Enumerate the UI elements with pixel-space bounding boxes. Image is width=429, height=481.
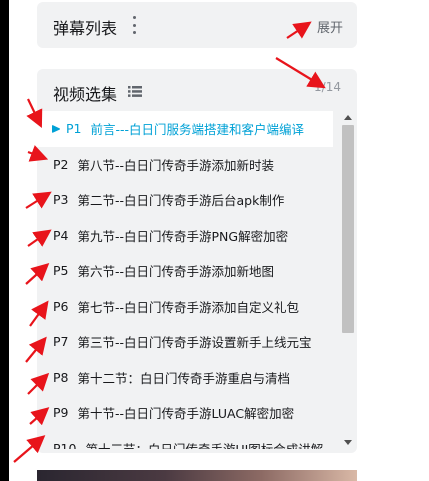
episode-number: P9	[53, 405, 69, 421]
danmaku-panel: 弹幕列表 展开	[37, 2, 357, 48]
scrollbar[interactable]	[342, 111, 355, 449]
episode-title: 第八节--白日门传奇手游添加新时装	[77, 157, 275, 173]
scroll-up-icon[interactable]	[344, 115, 352, 120]
episode-title: 第三节--白日门传奇手游设置新手上线元宝	[77, 335, 312, 351]
danmaku-title: 弹幕列表	[53, 19, 118, 38]
episode-number: P3	[53, 192, 69, 208]
kebab-menu-icon[interactable]	[131, 16, 137, 34]
episode-title: 第七节--白日门传奇手游添加自定义礼包	[77, 299, 300, 315]
page-count: 1/14	[314, 80, 341, 94]
episode-item[interactable]: P6 第七节--白日门传奇手游添加自定义礼包	[37, 289, 342, 325]
episode-number: P5	[53, 263, 69, 279]
episode-title: 第十节--白日门传奇手游LUAC解密加密	[77, 406, 295, 422]
video-list-title: 视频选集	[53, 85, 118, 104]
play-icon	[52, 124, 61, 133]
episode-number: P1	[66, 121, 82, 137]
episode-number: P8	[53, 369, 69, 385]
episode-title: 第九节--白日门传奇手游PNG解密加密	[77, 228, 289, 244]
list-icon[interactable]	[128, 86, 142, 97]
episode-item[interactable]: P5 第六节--白日门传奇手游添加新地图	[37, 253, 342, 289]
episode-item[interactable]: P10 第十三节：白日门传奇手游UI图标合成讲解	[37, 431, 342, 449]
video-thumbnail-strip[interactable]	[37, 470, 357, 481]
episode-item[interactable]: P2 第八节--白日门传奇手游添加新时装	[37, 147, 342, 183]
expand-button[interactable]: 展开	[317, 17, 343, 36]
scroll-thumb[interactable]	[342, 125, 354, 333]
episode-title: 第十三节：白日门传奇手游UI图标合成讲解	[85, 439, 323, 449]
scroll-down-icon[interactable]	[344, 440, 352, 445]
episode-list: P1 前言---白日门服务端搭建和客户端编译 P2 第八节--白日门传奇手游添加…	[37, 111, 342, 449]
episode-number: P7	[53, 334, 69, 350]
video-list-panel: 视频选集 1/14 P1 前言---白日门服务端搭建和客户端编译 P2 第八节-…	[37, 69, 357, 453]
episode-title: 第二节--白日门传奇手游后台apk制作	[77, 193, 285, 209]
episode-item-active[interactable]: P1 前言---白日门服务端搭建和客户端编译	[37, 111, 333, 147]
episode-number: P2	[53, 156, 69, 172]
episode-item[interactable]: P9 第十节--白日门传奇手游LUAC解密加密	[37, 395, 342, 431]
episode-item[interactable]: P4 第九节--白日门传奇手游PNG解密加密	[37, 218, 342, 254]
episode-item[interactable]: P3 第二节--白日门传奇手游后台apk制作	[37, 182, 342, 218]
episode-title: 前言---白日门服务端搭建和客户端编译	[90, 122, 305, 138]
episode-item[interactable]: P8 第十二节：白日门传奇手游重启与清档	[37, 360, 342, 396]
episode-number: P10	[53, 440, 77, 449]
episode-number: P6	[53, 298, 69, 314]
episode-item[interactable]: P7 第三节--白日门传奇手游设置新手上线元宝	[37, 324, 342, 360]
left-dark-edge	[0, 0, 9, 481]
episode-number: P4	[53, 227, 69, 243]
episode-title: 第六节--白日门传奇手游添加新地图	[77, 264, 275, 280]
episode-title: 第十二节：白日门传奇手游重启与清档	[77, 370, 291, 386]
